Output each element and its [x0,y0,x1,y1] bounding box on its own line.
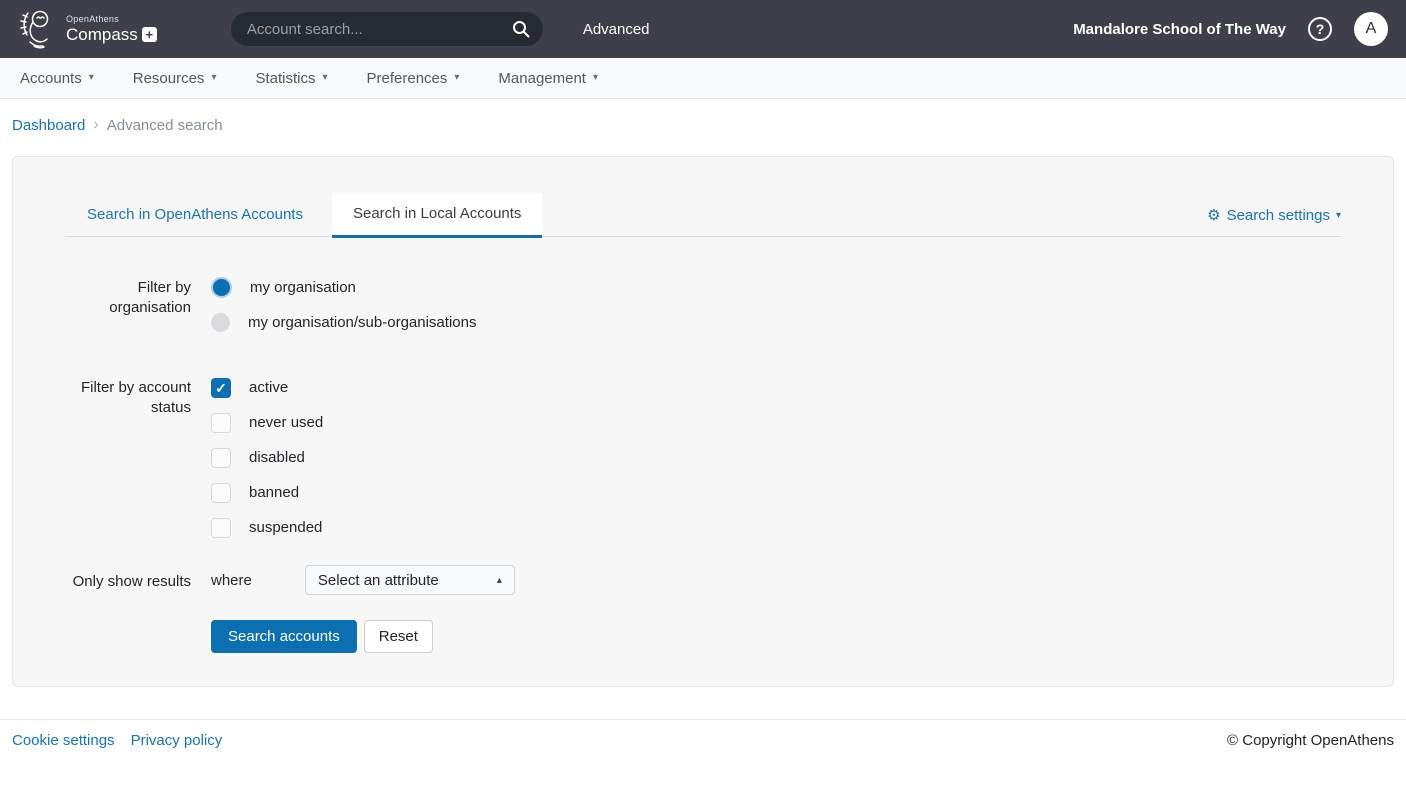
checkbox-banned[interactable] [211,483,231,503]
help-icon[interactable]: ? [1308,17,1332,41]
filter-by-organisation-label: Filter by organisation [66,270,191,340]
search-filter-form: Filter by organisation my organisation m… [66,270,1341,653]
radio-label: my organisation/sub-organisations [248,314,476,331]
checkbox-option-never-used[interactable]: never used [211,405,323,440]
top-navbar: OpenAthens Compass + Advanced Mandalore … [0,0,1406,58]
check-icon: ✓ [215,381,227,395]
main-menubar: Accounts ▾ Resources ▾ Statistics ▾ Pref… [0,58,1406,99]
search-settings-label: Search settings [1227,207,1330,224]
checkbox-disabled[interactable] [211,448,231,468]
menu-resources[interactable]: Resources ▾ [125,70,225,87]
checkbox-label: disabled [249,449,305,466]
menu-management-label: Management [498,70,586,87]
chevron-up-icon: ▴ [497,575,502,586]
checkbox-label: active [249,379,288,396]
search-settings-dropdown[interactable]: ⚙ Search settings ▾ [1207,207,1341,224]
footer-links: Cookie settings Privacy policy [12,732,222,749]
menu-accounts-label: Accounts [20,70,82,87]
gear-icon: ⚙ [1207,208,1220,223]
organisation-name: Mandalore School of The Way [1073,21,1286,38]
checkbox-active[interactable]: ✓ [211,378,231,398]
checkbox-label: banned [249,484,299,501]
copyright-text: © Copyright OpenAthens [1227,732,1394,749]
cookie-settings-link[interactable]: Cookie settings [12,732,115,749]
menu-statistics[interactable]: Statistics ▾ [247,70,335,87]
breadcrumb-current: Advanced search [107,117,223,134]
brand-compass-label: Compass [66,26,138,43]
menu-accounts[interactable]: Accounts ▾ [12,70,102,87]
avatar[interactable]: A [1354,12,1388,46]
filter-by-organisation-row: Filter by organisation my organisation m… [66,270,1341,340]
checkbox-label: never used [249,414,323,431]
menu-preferences[interactable]: Preferences ▾ [359,70,468,87]
chevron-down-icon: ▾ [454,73,459,83]
search-icon[interactable] [512,20,530,38]
search-accounts-button[interactable]: Search accounts [211,620,357,653]
menu-preferences-label: Preferences [367,70,448,87]
breadcrumb-dashboard-link[interactable]: Dashboard [12,117,85,134]
tab-search-local-accounts[interactable]: Search in Local Accounts [332,193,542,238]
chevron-down-icon: ▾ [1336,211,1341,221]
breadcrumb: Dashboard › Advanced search [0,99,1406,140]
reset-button[interactable]: Reset [364,620,433,653]
menu-management[interactable]: Management ▾ [490,70,606,87]
where-label: where [211,565,252,595]
checkbox-option-banned[interactable]: banned [211,475,323,510]
breadcrumb-separator-icon: › [93,116,98,134]
checkbox-label: suspended [249,519,322,536]
attribute-select-value: Select an attribute [318,572,439,589]
openathens-compass-logo[interactable]: OpenAthens Compass + [14,5,157,53]
account-search [231,12,543,46]
advanced-search-panel: Search in OpenAthens Accounts Search in … [12,156,1394,687]
form-buttons-row: Search accounts Reset [66,620,1341,653]
tab-search-openathens-accounts[interactable]: Search in OpenAthens Accounts [66,194,324,236]
account-search-input[interactable] [231,12,543,46]
checkbox-option-active[interactable]: ✓ active [211,370,323,405]
search-tabs: Search in OpenAthens Accounts Search in … [66,193,1341,237]
chevron-down-icon: ▾ [211,73,216,83]
radio-my-organisation[interactable] [211,277,232,298]
openathens-owl-icon [14,5,62,53]
menu-resources-label: Resources [133,70,205,87]
chevron-down-icon: ▾ [322,73,327,83]
page-footer: Cookie settings Privacy policy © Copyrig… [0,719,1406,749]
plus-badge-icon: + [142,27,157,42]
privacy-policy-link[interactable]: Privacy policy [131,732,223,749]
chevron-down-icon: ▾ [89,73,94,83]
checkbox-option-suspended[interactable]: suspended [211,510,323,545]
brand-text: OpenAthens Compass + [66,15,157,43]
chevron-down-icon: ▾ [593,73,598,83]
only-show-results-row: Only show results where Select an attrib… [66,565,1341,595]
tab-label: Search in OpenAthens Accounts [87,206,303,223]
radio-label: my organisation [250,279,356,296]
filter-by-account-status-row: Filter by account status ✓ active never … [66,370,1341,545]
advanced-search-link[interactable]: Advanced [583,21,650,38]
only-show-results-label: Only show results [66,565,191,595]
radio-option-my-organisation[interactable]: my organisation [211,270,476,305]
filter-by-account-status-label: Filter by account status [66,370,191,545]
checkbox-option-disabled[interactable]: disabled [211,440,323,475]
checkbox-never-used[interactable] [211,413,231,433]
attribute-select[interactable]: Select an attribute ▴ [305,565,515,595]
navbar-right: Mandalore School of The Way ? A [1073,12,1388,46]
radio-my-organisation-sub-organisations[interactable] [211,313,230,332]
tab-label: Search in Local Accounts [353,205,521,222]
checkbox-suspended[interactable] [211,518,231,538]
brand-openathens-label: OpenAthens [66,15,157,24]
radio-option-my-organisation-sub-organisations[interactable]: my organisation/sub-organisations [211,305,476,340]
menu-statistics-label: Statistics [255,70,315,87]
